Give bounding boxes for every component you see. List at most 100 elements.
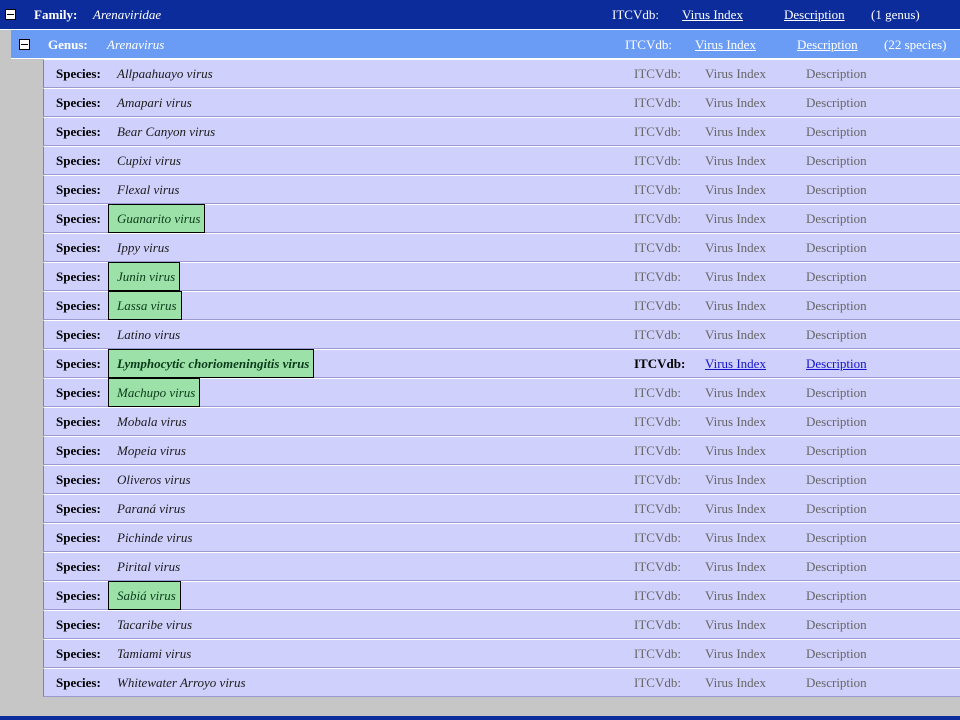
species-row[interactable]: Species: Pichinde virus ITCVdb: Virus Index… (43, 523, 960, 552)
genus-virus-index-link[interactable]: Virus Index (695, 30, 756, 59)
species-row[interactable]: Species: Lymphocytic choriomeningitis vir… (43, 349, 960, 378)
description-link: Description (806, 501, 867, 516)
species-label: Species: (56, 559, 101, 574)
description-link: Description (806, 385, 867, 400)
species-label: Species: (56, 530, 101, 545)
virus-index-link: Virus Index (705, 617, 766, 632)
species-label: Species: (56, 443, 101, 458)
species-name: Pichinde virus (117, 530, 193, 545)
species-db-label: ITCVdb: (634, 443, 681, 458)
description-link: Description (806, 675, 867, 690)
virus-index-link: Virus Index (705, 124, 766, 139)
species-row[interactable]: Species: Junin virus ITCVdb: Virus Index Des… (43, 262, 960, 291)
species-list: Species: Allpaahuayo virus ITCVdb: Virus In… (43, 59, 960, 697)
species-db-label: ITCVdb: (634, 414, 681, 429)
species-label: Species: (56, 588, 101, 603)
virus-index-link: Virus Index (705, 269, 766, 284)
species-row[interactable]: Species: Amapari virus ITCVdb: Virus Index D… (43, 88, 960, 117)
virus-index-link: Virus Index (705, 298, 766, 313)
species-name: Pirital virus (117, 559, 181, 574)
description-link: Description (806, 443, 867, 458)
description-link: Description (806, 66, 867, 81)
description-link: Description (806, 646, 867, 661)
virus-index-link: Virus Index (705, 646, 766, 661)
family-label: Family: (34, 7, 78, 22)
species-label: Species: (56, 646, 101, 661)
description-link[interactable]: Description (806, 350, 867, 377)
description-link: Description (806, 472, 867, 487)
species-label: Species: (56, 124, 101, 139)
species-row[interactable]: Species: Mobala virus ITCVdb: Virus Index De… (43, 407, 960, 436)
species-name: Paraná virus (117, 501, 186, 516)
species-name: Allpaahuayo virus (117, 66, 213, 81)
virus-index-link: Virus Index (705, 414, 766, 429)
genus-count: (22 species) (884, 37, 947, 52)
species-row[interactable]: Species: Tacaribe virus ITCVdb: Virus Index… (43, 610, 960, 639)
collapse-genus-icon[interactable] (19, 39, 30, 50)
footer-band (0, 716, 960, 720)
species-row[interactable]: Species: Paraná virus ITCVdb: Virus Index De… (43, 494, 960, 523)
description-link: Description (806, 269, 867, 284)
species-name: Lymphocytic choriomeningitis virus (108, 349, 315, 378)
description-link: Description (806, 530, 867, 545)
species-row[interactable]: Species: Tamiami virus ITCVdb: Virus Index D… (43, 639, 960, 668)
species-name: Sabiá virus (108, 581, 181, 610)
species-label: Species: (56, 153, 101, 168)
species-row[interactable]: Species: Guanarito virus ITCVdb: Virus Inde… (43, 204, 960, 233)
species-row[interactable]: Species: Bear Canyon virus ITCVdb: Virus In… (43, 117, 960, 146)
virus-index-link: Virus Index (705, 588, 766, 603)
genus-row: Genus: Arenavirus ITCVdb: Virus Index De… (11, 30, 960, 59)
species-name: Ippy virus (117, 240, 170, 255)
species-name: Cupixi virus (117, 153, 181, 168)
genus-label: Genus: (48, 37, 88, 52)
species-row[interactable]: Species: Cupixi virus ITCVdb: Virus Index De… (43, 146, 960, 175)
species-row[interactable]: Species: Sabiá virus ITCVdb: Virus Index Des… (43, 581, 960, 610)
family-db-label: ITCVdb: (612, 7, 659, 22)
species-row[interactable]: Species: Oliveros virus ITCVdb: Virus Index… (43, 465, 960, 494)
species-db-label: ITCVdb: (634, 675, 681, 690)
family-description-link[interactable]: Description (784, 0, 845, 30)
virus-index-link: Virus Index (705, 675, 766, 690)
description-link: Description (806, 153, 867, 168)
species-db-label: ITCVdb: (634, 385, 681, 400)
species-row[interactable]: Species: Machupo virus ITCVdb: Virus Index D… (43, 378, 960, 407)
family-name: Arenaviridae (93, 7, 162, 22)
family-virus-index-link[interactable]: Virus Index (682, 0, 743, 30)
species-label: Species: (56, 211, 101, 226)
species-name: Latino virus (117, 327, 181, 342)
species-db-label: ITCVdb: (634, 95, 681, 110)
description-link: Description (806, 298, 867, 313)
virus-index-link[interactable]: Virus Index (705, 350, 766, 377)
species-label: Species: (56, 327, 101, 342)
species-name: Bear Canyon virus (117, 124, 216, 139)
species-row[interactable]: Species: Lassa virus ITCVdb: Virus Index Des… (43, 291, 960, 320)
species-row[interactable]: Species: Whitewater Arroyo virus ITCVdb: Vi… (43, 668, 960, 697)
genus-description-link[interactable]: Description (797, 30, 858, 59)
species-row[interactable]: Species: Mopeia virus ITCVdb: Virus Index De… (43, 436, 960, 465)
collapse-family-icon[interactable] (5, 9, 16, 20)
species-db-label: ITCVdb: (634, 211, 681, 226)
species-label: Species: (56, 617, 101, 632)
species-db-label: ITCVdb: (634, 559, 681, 574)
species-row[interactable]: Species: Flexal virus ITCVdb: Virus Index De… (43, 175, 960, 204)
species-name: Oliveros virus (117, 472, 191, 487)
species-name: Guanarito virus (108, 204, 206, 233)
species-row[interactable]: Species: Pirital virus ITCVdb: Virus Index D… (43, 552, 960, 581)
virus-index-link: Virus Index (705, 443, 766, 458)
species-name: Junin virus (108, 262, 181, 291)
species-row[interactable]: Species: Allpaahuayo virus ITCVdb: Virus In… (43, 59, 960, 88)
virus-index-link: Virus Index (705, 95, 766, 110)
species-label: Species: (56, 269, 101, 284)
species-db-label: ITCVdb: (634, 617, 681, 632)
species-row[interactable]: Species: Latino virus ITCVdb: Virus Index De… (43, 320, 960, 349)
species-label: Species: (56, 675, 101, 690)
species-db-label: ITCVdb: (634, 646, 681, 661)
species-label: Species: (56, 472, 101, 487)
species-db-label: ITCVdb: (634, 182, 681, 197)
species-label: Species: (56, 414, 101, 429)
genus-name: Arenavirus (107, 37, 165, 52)
species-db-label: ITCVdb: (634, 501, 681, 516)
species-name: Tamiami virus (117, 646, 192, 661)
species-row[interactable]: Species: Ippy virus ITCVdb: Virus Index Desc… (43, 233, 960, 262)
genus-db-label: ITCVdb: (625, 37, 672, 52)
